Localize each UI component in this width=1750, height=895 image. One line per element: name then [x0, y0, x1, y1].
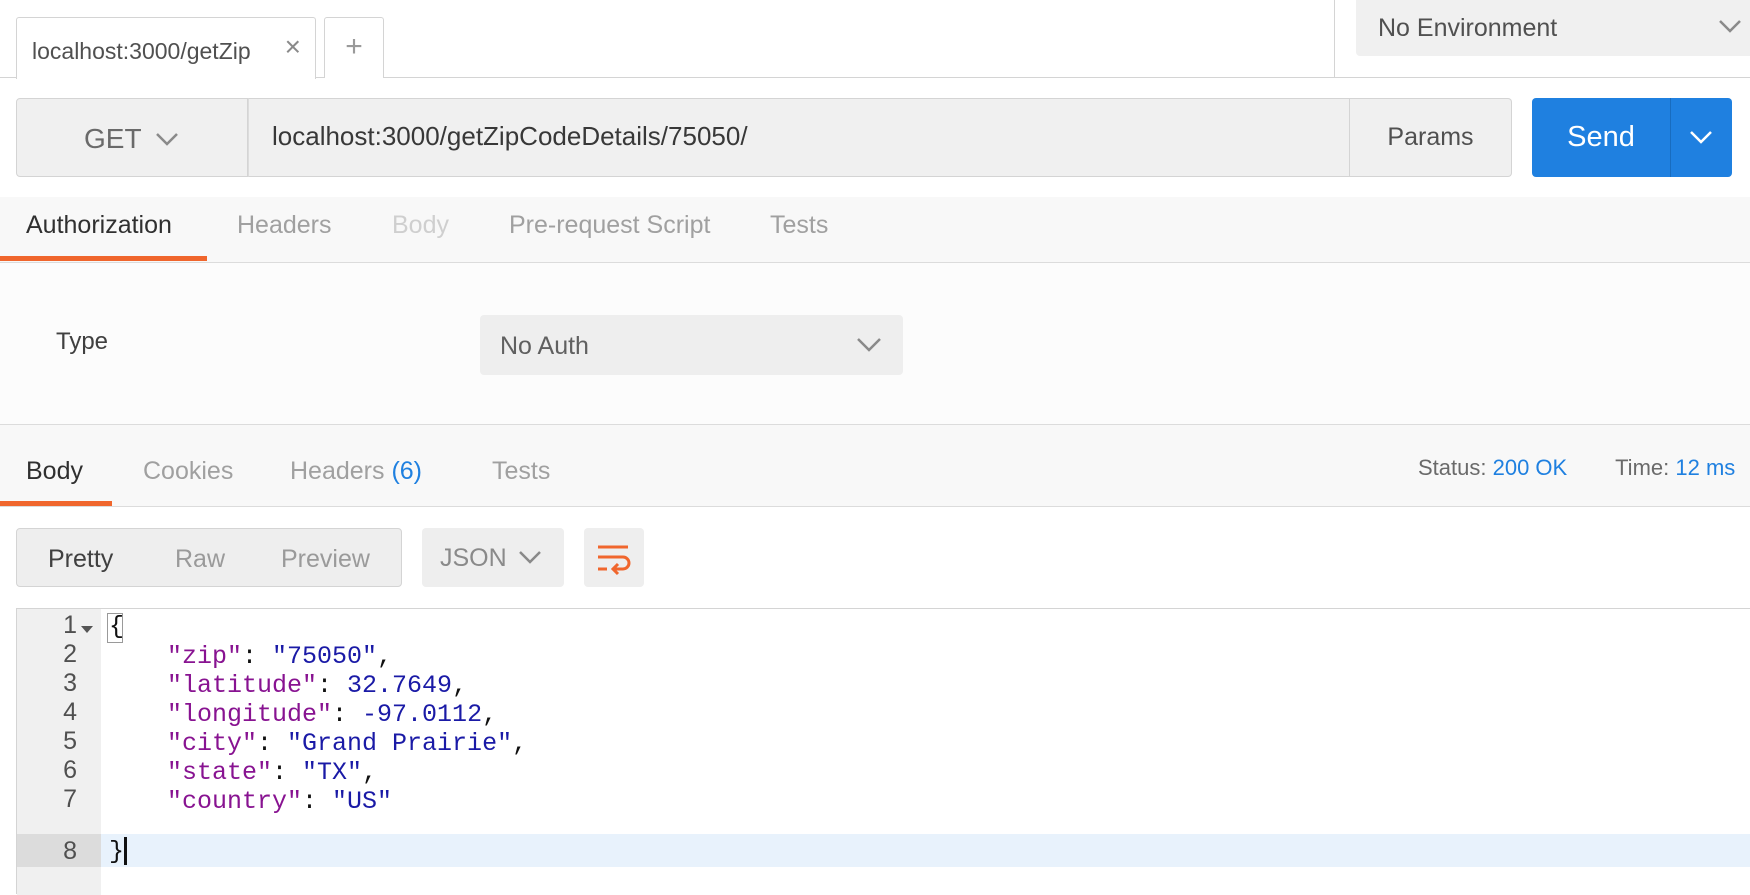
chevron-down-icon [857, 338, 881, 352]
chevron-down-icon [519, 551, 541, 564]
active-line-highlight [101, 834, 1750, 867]
tab-tests[interactable]: Tests [770, 211, 828, 240]
text-cursor [124, 837, 127, 865]
line-number: 8 [63, 837, 77, 865]
code-line-open: { [109, 612, 125, 641]
view-mode-group: Pretty Raw Preview [16, 528, 402, 587]
line-number: 4 [63, 698, 77, 726]
tab-body[interactable]: Body [392, 211, 449, 240]
method-label: GET [84, 123, 142, 154]
json-key: "zip" [167, 642, 243, 671]
chevron-down-icon [1719, 20, 1741, 33]
code-line-close: } [109, 837, 125, 866]
response-editor[interactable]: 1 2 3 4 5 6 7 8 { "zip": "75050", "latit… [16, 608, 1750, 895]
line-number: 5 [63, 727, 77, 755]
tab-response-tests[interactable]: Tests [492, 457, 550, 486]
time-label: Time: [1615, 455, 1670, 480]
auth-type-value: No Auth [500, 332, 589, 360]
line-number: 6 [63, 756, 77, 784]
json-value: -97.0112 [362, 700, 483, 729]
code-line: "state": "TX", [167, 758, 378, 787]
request-tabs: Authorization Headers Body Pre-request S… [0, 197, 1750, 263]
tab-response-cookies[interactable]: Cookies [143, 457, 233, 486]
line-number: 3 [63, 669, 77, 697]
auth-type-label: Type [56, 328, 109, 355]
view-mode-preview[interactable]: Preview [281, 545, 370, 574]
json-trail: , [512, 729, 528, 758]
plus-icon[interactable]: + [324, 17, 384, 78]
divider [1334, 0, 1335, 78]
line-number: 1 [63, 611, 77, 639]
wrap-lines-button[interactable] [584, 528, 644, 587]
fold-arrow-icon[interactable] [81, 626, 93, 633]
chevron-down-icon [156, 133, 178, 146]
line-number: 7 [63, 785, 77, 813]
status-label: Status: [1418, 455, 1487, 480]
request-tab-label: localhost:3000/getZip [32, 38, 251, 64]
view-mode-pretty[interactable]: Pretty [48, 545, 113, 574]
json-value: "Grand Prairie" [287, 729, 513, 758]
tab-authorization[interactable]: Authorization [26, 211, 172, 240]
code-line: "city": "Grand Prairie", [167, 729, 528, 758]
json-key: "state" [167, 758, 273, 787]
json-key: "latitude" [167, 671, 318, 700]
json-key: "city" [167, 729, 258, 758]
url-text: localhost:3000/getZipCodeDetails/75050/ [272, 121, 748, 151]
active-tab-indicator [0, 256, 207, 261]
send-options-button[interactable] [1670, 98, 1732, 177]
code-line: "longitude": -97.0112, [167, 700, 498, 729]
json-value: 32.7649 [347, 671, 453, 700]
code-line: "country": "US" [167, 787, 393, 816]
json-value: "US" [332, 787, 393, 816]
json-trail: , [377, 642, 393, 671]
json-value: "75050" [272, 642, 378, 671]
format-select[interactable]: JSON [422, 528, 564, 587]
tab-response-headers-label: Headers [290, 457, 385, 485]
json-trail: , [482, 700, 498, 729]
status-value: 200 OK [1492, 455, 1568, 480]
params-button[interactable]: Params [1350, 98, 1512, 177]
json-trail: , [362, 758, 378, 787]
active-tab-indicator [0, 501, 112, 506]
auth-panel: Type No Auth [0, 263, 1750, 425]
tab-pre-request-script[interactable]: Pre-request Script [509, 211, 710, 240]
json-trail: , [452, 671, 468, 700]
code-line: "zip": "75050", [167, 642, 393, 671]
wrap-lines-icon [598, 545, 631, 576]
auth-type-select[interactable]: No Auth [480, 315, 903, 375]
url-input[interactable]: localhost:3000/getZipCodeDetails/75050/ [248, 98, 1350, 177]
headers-count-badge: (6) [391, 457, 423, 485]
environment-label: No Environment [1378, 14, 1558, 42]
format-label: JSON [440, 544, 507, 572]
environment-select[interactable]: No Environment [1356, 0, 1750, 56]
tab-response-body[interactable]: Body [26, 457, 83, 486]
time-value: 12 ms [1675, 455, 1736, 480]
response-tabs: Body Cookies Headers (6) Tests Status: 2… [0, 425, 1750, 507]
line-number: 2 [63, 640, 77, 668]
response-meta: Status: 200 OK Time: 12 ms [1418, 455, 1735, 481]
view-mode-raw[interactable]: Raw [175, 545, 225, 574]
chevron-down-icon [1690, 131, 1712, 144]
close-icon[interactable]: × [285, 32, 301, 62]
json-value: "TX" [302, 758, 363, 787]
json-key: "longitude" [167, 700, 333, 729]
json-key: "country" [167, 787, 303, 816]
tab-response-headers[interactable]: Headers (6) [290, 457, 422, 486]
send-button[interactable]: Send [1532, 98, 1670, 177]
request-tab[interactable]: localhost:3000/getZip × [16, 17, 316, 79]
code-line: "latitude": 32.7649, [167, 671, 468, 700]
tab-strip: localhost:3000/getZip × + No Environment [0, 0, 1750, 79]
method-select[interactable]: GET [16, 98, 248, 177]
tab-headers[interactable]: Headers [237, 211, 332, 240]
